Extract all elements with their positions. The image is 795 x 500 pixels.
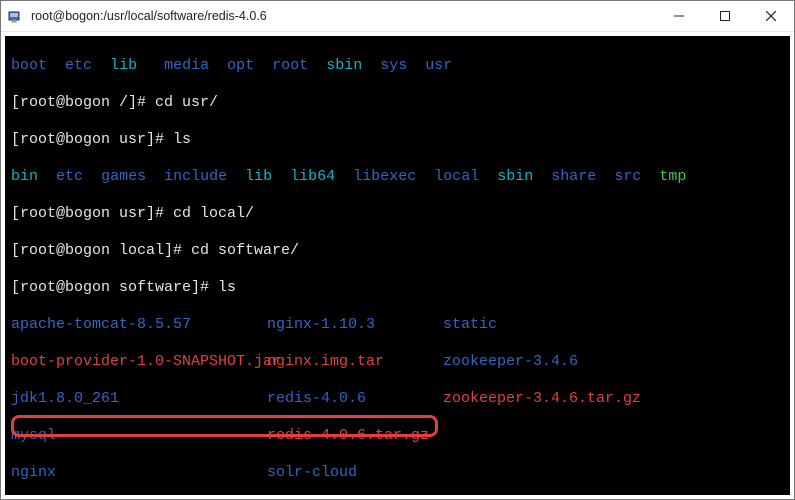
app-window: root@bogon:/usr/local/software/redis-4.0… [0, 0, 795, 500]
dir-entry: opt [227, 57, 254, 74]
close-button[interactable] [748, 1, 794, 31]
dir-entry: games [101, 168, 146, 185]
dir-entry: nginx [11, 464, 267, 483]
dir-entry: share [551, 168, 596, 185]
dir-entry: etc [56, 168, 83, 185]
dir-entry: jdk1.8.0_261 [11, 390, 267, 409]
minimize-button[interactable] [656, 1, 702, 31]
window-title: root@bogon:/usr/local/software/redis-4.0… [29, 9, 656, 23]
file-entry: boot-provider-1.0-SNAPSHOT.jar [11, 353, 267, 372]
prompt-line: [root@bogon software]# ls [11, 279, 784, 298]
dir-entry: sys [380, 57, 407, 74]
dir-entry: lib [245, 168, 272, 185]
prompt-line: [root@bogon usr]# ls [11, 131, 784, 150]
prompt-line: [root@bogon local]# cd software/ [11, 242, 784, 261]
dir-entry: media [164, 57, 209, 74]
file-entry: redis-4.0.6.tar.gz [267, 427, 443, 446]
dir-entry: src [614, 168, 641, 185]
maximize-button[interactable] [702, 1, 748, 31]
dir-entry: boot [11, 57, 47, 74]
dir-entry: libexec [353, 168, 416, 185]
dir-entry: usr [425, 57, 452, 74]
file-entry: nginx.img.tar [267, 353, 443, 372]
dir-entry: bin [11, 168, 38, 185]
dir-entry: etc [65, 57, 92, 74]
terminal-area[interactable]: boot etc lib media opt root sbin sys usr… [5, 36, 790, 495]
software-ls-row: boot-provider-1.0-SNAPSHOT.jarnginx.img.… [11, 353, 784, 372]
dir-entry: lib64 [290, 168, 335, 185]
dir-entry: lib [110, 57, 137, 74]
dir-entry: sbin [497, 168, 533, 185]
software-ls-row: nginxsolr-cloud [11, 464, 784, 483]
dir-entry: local [434, 168, 479, 185]
dir-entry: mysql [11, 427, 267, 446]
dir-entry: apache-tomcat-8.5.57 [11, 316, 267, 335]
software-ls-row: mysqlredis-4.0.6.tar.gz [11, 427, 784, 446]
dir-entry: include [164, 168, 227, 185]
terminal-output: boot etc lib media opt root sbin sys usr… [5, 36, 790, 495]
software-ls-row: jdk1.8.0_261redis-4.0.6zookeeper-3.4.6.t… [11, 390, 784, 409]
dir-entry: root [272, 57, 308, 74]
prompt-line: [root@bogon usr]# cd local/ [11, 205, 784, 224]
dir-entry: tmp [659, 168, 686, 185]
dir-entry: redis-4.0.6 [267, 390, 443, 409]
file-entry: zookeeper-3.4.6.tar.gz [443, 390, 784, 409]
dir-entry: static [443, 316, 784, 335]
dir-entry: sbin [326, 57, 362, 74]
usr-ls-row: bin etc games include lib lib64 libexec … [11, 168, 784, 187]
software-ls-row: apache-tomcat-8.5.57nginx-1.10.3static [11, 316, 784, 335]
dir-entry: solr-cloud [267, 464, 443, 483]
window-titlebar: root@bogon:/usr/local/software/redis-4.0… [1, 1, 794, 32]
putty-icon [1, 8, 29, 24]
prompt-line: [root@bogon /]# cd usr/ [11, 94, 784, 113]
dir-entry: nginx-1.10.3 [267, 316, 443, 335]
window-controls [656, 1, 794, 31]
root-ls-row: boot etc lib media opt root sbin sys usr [11, 57, 784, 76]
dir-entry: zookeeper-3.4.6 [443, 353, 784, 372]
